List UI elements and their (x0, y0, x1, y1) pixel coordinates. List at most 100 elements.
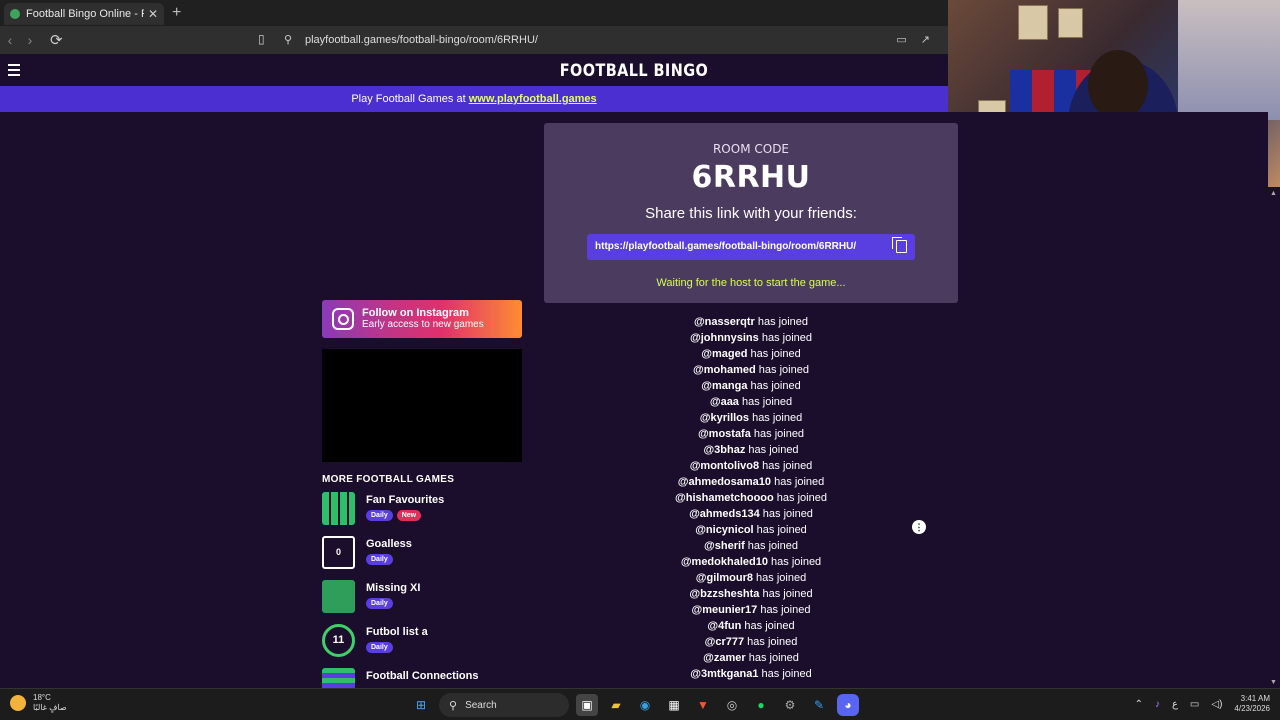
joined-player-row: @4fun has joined (600, 618, 902, 634)
grid-icon (322, 492, 355, 525)
accessibility-icon[interactable]: ⋮ (912, 520, 926, 534)
game-item-missing-xi[interactable]: Missing XI Daily (322, 580, 542, 616)
mic-icon[interactable]: ♪ (1155, 699, 1160, 710)
joined-player-row: @manga has joined (600, 378, 902, 394)
site-header: FOOTBALL BINGO (0, 54, 948, 86)
game-name: Missing XI (366, 582, 421, 594)
player-username: @gilmour8 (695, 572, 753, 584)
app-icon[interactable]: ✎ (808, 694, 830, 716)
player-username: @sherif (704, 540, 745, 552)
volume-icon[interactable]: ◁) (1211, 699, 1222, 710)
new-tab-button[interactable]: + (172, 4, 181, 22)
game-name: Fan Favourites (366, 494, 445, 506)
network-icon[interactable]: ▭ (1190, 699, 1199, 710)
url-field[interactable]: playfootball.games/football-bingo/room/6… (305, 34, 538, 46)
tab-title: Football Bingo Online - Play Now (26, 8, 144, 20)
scroll-up-icon[interactable]: ▲ (1270, 190, 1277, 197)
joined-player-row: @zamer has joined (600, 650, 902, 666)
system-tray: ⌃ ♪ ع ▭ ◁) 3:41 AM 4/23/2026 (1135, 694, 1270, 714)
room-code-label: ROOM CODE (712, 142, 790, 156)
site-info-icon[interactable]: ⚲ (284, 33, 292, 46)
weather-widget[interactable]: 18°C صافٍ غالبًا (10, 693, 67, 713)
joined-suffix: has joined (759, 508, 813, 520)
back-icon[interactable]: ‹ (0, 32, 20, 48)
share-link-box[interactable]: https://playfootball.games/football-bing… (587, 234, 915, 260)
ad-placeholder (322, 349, 522, 462)
player-username: @3bhaz (703, 444, 746, 456)
copy-icon[interactable] (892, 237, 907, 253)
daily-badge: Daily (366, 510, 393, 521)
joined-player-row: @3mtkgana1 has joined (600, 666, 902, 682)
game-item-fan-favourites[interactable]: Fan Favourites Daily New (322, 492, 542, 528)
taskbar-search[interactable]: ⚲ Search (439, 693, 569, 717)
windows-taskbar: 18°C صافٍ غالبًا ⊞ ⚲ Search ▣ ▰ ◉ ▦ ▼ ◎ … (0, 688, 1280, 720)
joined-suffix: has joined (752, 572, 807, 584)
joined-suffix: has joined (758, 332, 812, 344)
share-heading: Share this link with your friends: (645, 205, 857, 222)
clock-date: 4/23/2026 (1234, 704, 1270, 713)
instagram-follow-button[interactable]: Follow on Instagram Early access to new … (322, 300, 522, 338)
game-name: Futbol list a (366, 626, 428, 638)
task-view-icon[interactable]: ▣ (576, 694, 598, 716)
player-username: @mohamed (693, 364, 756, 376)
game-item-futbol-list-a[interactable]: 11 Futbol list a Daily (322, 624, 542, 660)
joined-suffix: has joined (759, 588, 813, 600)
weather-description: صافٍ غالبًا (33, 703, 67, 712)
tab-close-icon[interactable]: ✕ (148, 7, 158, 21)
search-icon: ⚲ (449, 699, 458, 712)
joined-suffix: has joined (753, 524, 807, 536)
instagram-subtitle: Early access to new games (362, 319, 484, 330)
reload-icon[interactable]: ⟳ (50, 31, 63, 49)
game-name: Football Connections (366, 670, 479, 682)
spotify-icon[interactable]: ● (750, 694, 772, 716)
menu-icon[interactable] (8, 64, 20, 79)
player-username: @meunier17 (691, 604, 758, 616)
joined-player-row: @mohamed has joined (600, 362, 902, 378)
discord-icon[interactable]: ◕ (837, 694, 859, 716)
joined-player-row: @3bhaz has joined (600, 442, 902, 458)
forward-icon[interactable]: › (20, 32, 40, 48)
instagram-title: Follow on Instagram (362, 307, 469, 319)
weather-icon (10, 695, 26, 711)
clock[interactable]: 3:41 AM 4/23/2026 (1234, 694, 1270, 714)
joined-suffix: has joined (741, 620, 795, 632)
file-explorer-icon[interactable]: ▰ (605, 694, 627, 716)
promo-link[interactable]: www.playfootball.games (469, 93, 597, 105)
player-username: @bzzsheshta (689, 588, 760, 600)
steam-icon[interactable]: ◎ (721, 694, 743, 716)
player-username: @mostafa (697, 428, 751, 440)
edge-icon[interactable]: ◉ (634, 694, 656, 716)
browser-toolbar-icons[interactable]: ▭↗ (896, 33, 944, 46)
joined-suffix: has joined (747, 348, 801, 360)
player-username: @maged (701, 348, 748, 360)
joined-player-row: @mostafa has joined (600, 426, 902, 442)
browser-tab[interactable]: Football Bingo Online - Play Now ✕ (4, 3, 164, 25)
connections-icon (322, 668, 355, 688)
player-username: @johnnysins (689, 332, 759, 344)
brave-icon[interactable]: ▼ (692, 694, 714, 716)
joined-player-row: @ahmedosama10 has joined (600, 474, 902, 490)
more-games-heading: MORE FOOTBALL GAMES (322, 474, 455, 485)
scroll-down-icon[interactable]: ▼ (1270, 679, 1277, 686)
joined-suffix: has joined (745, 652, 799, 664)
joined-player-row: @montolivo8 has joined (600, 458, 902, 474)
start-icon[interactable]: ⊞ (410, 694, 432, 716)
settings-icon[interactable]: ⚙ (779, 694, 801, 716)
daily-badge: Daily (366, 598, 393, 609)
joined-suffix: has joined (758, 668, 812, 680)
instagram-icon (332, 308, 354, 330)
joined-suffix: has joined (754, 316, 809, 328)
store-icon[interactable]: ▦ (663, 694, 685, 716)
address-bar-row: ‹ › ⟳ ▯ ⚲ playfootball.games/football-bi… (0, 26, 948, 54)
eleven-icon: 11 (322, 624, 355, 657)
game-item-goalless[interactable]: 0 Goalless Daily (322, 536, 542, 572)
game-item-football-connections[interactable]: Football Connections (322, 668, 542, 688)
bookmark-icon[interactable]: ▯ (258, 32, 265, 46)
page-scrollbar[interactable]: ▲ ▼ (1268, 187, 1280, 688)
language-indicator[interactable]: ع (1172, 699, 1178, 710)
joined-suffix: has joined (773, 492, 827, 504)
tray-overflow-icon[interactable]: ⌃ (1135, 699, 1143, 710)
joined-player-row: @nicynicol has joined (600, 522, 902, 538)
player-username: @medokhaled10 (680, 556, 768, 568)
joined-suffix: has joined (744, 540, 798, 552)
